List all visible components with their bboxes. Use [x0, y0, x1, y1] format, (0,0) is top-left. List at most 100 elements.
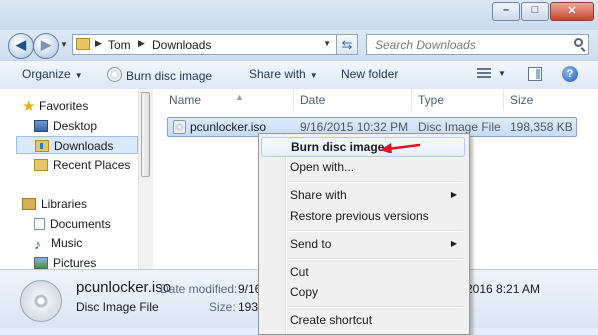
column-label: Type	[418, 93, 445, 107]
navigation-pane: ★ Favorites Desktop Downloads Recent Plac…	[0, 89, 138, 269]
share-with-button[interactable]: Share with ▼	[249, 67, 318, 81]
disc-image-file-icon	[173, 120, 186, 134]
maximize-button[interactable]: □	[521, 2, 549, 21]
folder-icon	[76, 38, 90, 50]
nav-label: Libraries	[41, 197, 88, 211]
search-input[interactable]	[373, 37, 567, 53]
nav-label: Favorites	[39, 99, 89, 113]
menu-item-share-with[interactable]: Share with ▶	[261, 185, 465, 205]
organize-button[interactable]: Organize ▼	[22, 67, 83, 81]
nav-label: Documents	[50, 217, 111, 231]
nav-documents[interactable]: Documents	[34, 215, 111, 233]
menu-separator	[288, 181, 463, 183]
pictures-icon	[34, 257, 48, 269]
forward-button[interactable]: ▶	[33, 33, 59, 59]
menu-item-create-shortcut[interactable]: Create shortcut	[261, 310, 465, 330]
search-icon[interactable]	[574, 38, 583, 47]
window-controls: – □ ✕	[491, 2, 594, 21]
burn-disc-image-button[interactable]: Burn disc image	[107, 67, 212, 83]
file-type: Disc Image File	[418, 120, 501, 134]
submenu-arrow-icon: ▶	[450, 239, 457, 248]
close-button[interactable]: ✕	[550, 2, 594, 21]
breadcrumb-tom[interactable]: Tom	[108, 38, 131, 52]
help-icon[interactable]: ?	[562, 66, 578, 82]
menu-separator	[288, 258, 463, 260]
file-name: pcunlocker.iso	[190, 120, 267, 134]
share-label: Share with	[249, 67, 306, 81]
menu-item-burn-disc-image[interactable]: Burn disc image	[261, 137, 465, 157]
file-date: 9/16/2015 10:32 PM	[300, 120, 409, 134]
nav-favorites[interactable]: ★ Favorites	[22, 97, 88, 115]
refresh-icon: ⇆	[341, 37, 353, 52]
recent-pages-dropdown[interactable]: ▼	[60, 40, 68, 49]
address-dropdown[interactable]: ▼	[323, 39, 331, 48]
recent-places-icon	[34, 159, 48, 171]
close-icon: ✕	[567, 5, 577, 17]
column-label: Name	[169, 93, 202, 107]
address-bar[interactable]: ▶ Tom ▶ Downloads ▼	[72, 34, 358, 55]
nav-downloads[interactable]: Downloads	[16, 136, 138, 154]
column-label: Date	[300, 93, 326, 107]
nav-desktop[interactable]: Desktop	[34, 117, 97, 135]
details-file-type: Disc Image File	[76, 300, 159, 314]
details-file-name: pcunlocker.iso	[76, 279, 172, 296]
back-arrow-icon: ◀	[16, 37, 26, 52]
star-icon: ★	[22, 98, 36, 115]
file-size: 198,358 KB	[510, 120, 573, 134]
column-header-type[interactable]: Type	[411, 89, 503, 111]
column-header-date[interactable]: Date	[293, 89, 411, 111]
navigation-scrollbar[interactable]	[138, 89, 153, 269]
disc-icon	[107, 67, 122, 82]
nav-label: Downloads	[54, 139, 114, 153]
nav-label: Desktop	[53, 119, 98, 133]
nav-label: Recent Places	[53, 158, 131, 172]
organize-label: Organize	[22, 67, 71, 81]
chevron-down-icon: ▼	[74, 71, 83, 80]
breadcrumb-separator[interactable]: ▶	[138, 38, 145, 49]
disc-image-large-icon	[20, 280, 62, 322]
view-options-dropdown[interactable]: ▼	[498, 69, 506, 78]
nav-label: Music	[51, 236, 83, 250]
nav-pictures[interactable]: Pictures	[34, 254, 96, 269]
nav-label: Pictures	[53, 256, 97, 269]
submenu-arrow-icon: ▶	[450, 190, 457, 199]
desktop-icon	[34, 120, 48, 132]
libraries-icon	[22, 198, 36, 210]
minimize-button[interactable]: –	[492, 2, 520, 21]
annotation-arrow-icon	[380, 143, 420, 153]
search-box[interactable]	[366, 34, 589, 55]
chevron-down-icon: ▼	[309, 71, 318, 80]
nav-music[interactable]: ♪ Music	[34, 234, 82, 252]
menu-item-label: Share with	[290, 188, 347, 202]
nav-recent-places[interactable]: Recent Places	[34, 156, 130, 174]
title-bar: – □ ✕	[0, 0, 598, 30]
scrollbar-thumb[interactable]	[141, 92, 150, 177]
menu-item-open-with[interactable]: Open with...	[261, 157, 465, 177]
breadcrumb-separator[interactable]: ▶	[95, 38, 102, 49]
menu-item-cut[interactable]: Cut	[261, 262, 465, 282]
column-label: Size	[510, 93, 534, 107]
breadcrumb-downloads[interactable]: Downloads	[152, 38, 211, 52]
address-row: ◀ ▶ ▼ ▶ Tom ▶ Downloads ▼ ⇆	[0, 30, 598, 60]
menu-item-copy[interactable]: Copy	[261, 282, 465, 302]
menu-item-send-to[interactable]: Send to ▶	[261, 234, 465, 254]
details-date-label: Date modified:	[160, 282, 238, 296]
minimize-icon: –	[502, 4, 510, 16]
menu-separator	[288, 306, 463, 308]
column-header-size[interactable]: Size	[503, 89, 583, 111]
menu-item-label: Send to	[290, 237, 332, 251]
preview-pane-icon[interactable]	[528, 67, 542, 81]
column-header-name[interactable]: Name ▲	[163, 89, 291, 111]
sort-ascending-icon: ▲	[235, 92, 244, 102]
command-bar: Organize ▼ Burn disc image Share with ▼ Ne…	[0, 60, 598, 90]
documents-icon	[34, 218, 45, 230]
downloads-folder-icon	[35, 140, 49, 152]
menu-item-restore-previous-versions[interactable]: Restore previous versions	[261, 206, 465, 226]
nav-libraries[interactable]: Libraries	[22, 195, 87, 213]
new-folder-button[interactable]: New folder	[341, 67, 398, 81]
change-view-icon[interactable]	[477, 68, 491, 80]
context-menu: Burn disc image Open with... Share with ▶…	[258, 133, 470, 335]
refresh-button[interactable]: ⇆	[336, 34, 358, 55]
details-size-value: 193	[238, 300, 259, 314]
back-button[interactable]: ◀	[8, 33, 34, 59]
